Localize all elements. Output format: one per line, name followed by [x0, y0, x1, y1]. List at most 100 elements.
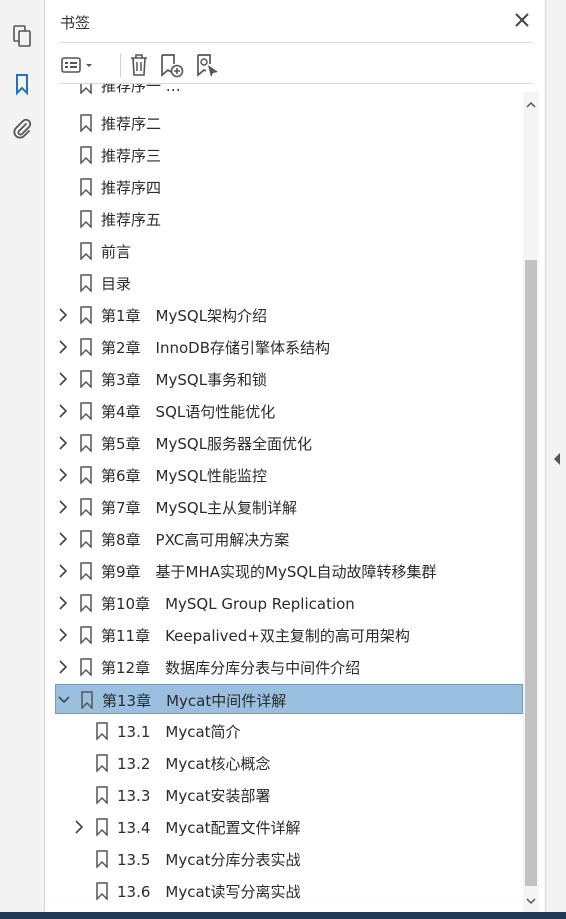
bookmark-item-icon [81, 691, 93, 709]
bookmark-item-icon [96, 786, 108, 804]
bookmark-item-icon [80, 466, 92, 484]
attachment-icon[interactable] [10, 117, 34, 141]
tree-row-partial[interactable]: 推荐序一 … [55, 84, 523, 100]
bookmark-item-icon [80, 594, 92, 612]
tree-row-label: 第2章 InnoDB存储引擎体系结构 [101, 339, 331, 357]
chevron-right-icon[interactable] [57, 436, 69, 450]
tree-row-label: 第10章 MySQL Group Replication [101, 595, 355, 613]
tree-item[interactable]: 第6章 MySQL性能监控 [55, 460, 523, 490]
pages-icon[interactable] [10, 24, 34, 48]
chevron-down-icon[interactable] [58, 693, 70, 707]
taskbar-edge [0, 912, 566, 919]
bookmark-item-icon [80, 562, 92, 580]
tree-row-label: 13.6 Mycat读写分离实战 [117, 883, 301, 901]
tree-item[interactable]: 第8章 PXC高可用解决方案 [55, 524, 523, 554]
chevron-right-icon[interactable] [57, 596, 69, 610]
chevron-right-icon[interactable] [73, 820, 85, 834]
bookmark-item-icon [80, 402, 92, 420]
bookmark-item-icon [80, 242, 92, 260]
chevron-right-icon[interactable] [57, 564, 69, 578]
tree-item[interactable]: 第2章 InnoDB存储引擎体系结构 [55, 332, 523, 362]
bookmark-item-icon [96, 722, 108, 740]
tree-row-label: 前言 [101, 243, 132, 261]
bookmark-item-icon [96, 818, 108, 836]
tree-item[interactable]: 第1章 MySQL架构介绍 [55, 300, 523, 330]
tree-subitem[interactable]: 13.2 Mycat核心概念 [55, 748, 523, 778]
delete-icon[interactable] [126, 52, 152, 78]
bookmark-item-icon [80, 498, 92, 516]
chevron-right-icon[interactable] [57, 628, 69, 642]
tree-subitem[interactable]: 13.1 Mycat简介 [55, 716, 523, 746]
bookmark-item-icon [80, 114, 92, 132]
tree-subitem[interactable]: 13.3 Mycat安装部署 [55, 780, 523, 810]
tree-row-label: 第8章 PXC高可用解决方案 [101, 531, 290, 549]
chevron-right-icon[interactable] [57, 468, 69, 482]
new-bookmark-icon[interactable] [158, 52, 186, 78]
tree-item[interactable]: 第9章 基于MHA实现的MySQL自动故障转移集群 [55, 556, 523, 586]
tree-item[interactable]: 目录 [55, 268, 523, 298]
bookmark-item-icon [80, 306, 92, 324]
chevron-right-icon[interactable] [57, 500, 69, 514]
tree-row-label: 推荐序五 [101, 211, 162, 229]
chevron-right-icon[interactable] [57, 340, 69, 354]
options-icon[interactable] [60, 52, 98, 78]
tree-subitem[interactable]: 13.6 Mycat读写分离实战 [55, 876, 523, 906]
right-collapse-strip [545, 0, 566, 919]
toolbar-separator [120, 53, 121, 77]
tree-row-label: 第12章 数据库分库分表与中间件介绍 [101, 659, 361, 677]
bookmark-item-icon [80, 658, 92, 676]
tree-row-label: 第3章 MySQL事务和锁 [101, 371, 268, 389]
tree-item[interactable]: 推荐序三 [55, 140, 523, 170]
tree-subitem[interactable]: 13.5 Mycat分库分表实战 [55, 844, 523, 874]
tree-item[interactable]: 第7章 MySQL主从复制详解 [55, 492, 523, 522]
chevron-right-icon[interactable] [57, 308, 69, 322]
tree-item[interactable]: 前言 [55, 236, 523, 266]
tree-row-label: 13.1 Mycat简介 [117, 723, 241, 741]
tree-row-label: 第13章 Mycat中间件详解 [102, 692, 287, 710]
collapse-panel-icon[interactable] [552, 452, 562, 466]
bookmark-icon[interactable] [10, 72, 34, 96]
bookmark-item-icon [80, 178, 92, 196]
tree-row-label: 第7章 MySQL主从复制详解 [101, 499, 298, 517]
bookmark-item-icon [80, 530, 92, 548]
tree-row-label: 13.2 Mycat核心概念 [117, 755, 271, 773]
chevron-right-icon[interactable] [57, 372, 69, 386]
tree-item[interactable]: 推荐序四 [55, 172, 523, 202]
bookmark-tree: 推荐序一 … 推荐序二推荐序三 推荐序四推荐序五前言目录第1章 MySQL架构介绍… [45, 84, 523, 912]
bookmark-from-selection-icon[interactable] [194, 52, 222, 78]
scroll-up-icon[interactable] [526, 100, 536, 110]
chevron-right-icon[interactable] [57, 532, 69, 546]
bookmark-item-icon [80, 434, 92, 452]
tree-item[interactable]: 推荐序五 [55, 204, 523, 234]
vertical-scrollbar[interactable] [523, 92, 539, 912]
bookmarks-toolbar [60, 47, 532, 84]
tree-item[interactable]: 第13章 Mycat中间件详解 [55, 684, 523, 714]
tree-row-label: 第9章 基于MHA实现的MySQL自动故障转移集群 [101, 563, 437, 581]
chevron-right-icon[interactable] [57, 660, 69, 674]
tree-row-label: 13.4 Mycat配置文件详解 [117, 819, 301, 837]
scroll-down-icon[interactable] [526, 896, 536, 906]
panel-header: 书签 [60, 12, 532, 43]
tree-item[interactable]: 第12章 数据库分库分表与中间件介绍 [55, 652, 523, 682]
tree-item[interactable]: 第5章 MySQL服务器全面优化 [55, 428, 523, 458]
tree-item[interactable]: 第4章 SQL语句性能优化 [55, 396, 523, 426]
tree-item[interactable]: 推荐序二 [55, 108, 523, 138]
tree-subitem[interactable]: 13.4 Mycat配置文件详解 [55, 812, 523, 842]
tree-row-label: 推荐序二 [101, 115, 162, 133]
left-nav-rail [0, 0, 45, 919]
tree-row-label: 目录 [101, 275, 132, 293]
bookmark-item-icon [80, 370, 92, 388]
bookmark-item-icon [96, 882, 108, 900]
bookmark-item-icon [80, 274, 92, 292]
close-icon[interactable] [512, 10, 532, 30]
tree-item[interactable]: 第11章 Keepalived+双主复制的高可用架构 [55, 620, 523, 650]
tree-row-label: 13.5 Mycat分库分表实战 [117, 851, 301, 869]
bookmark-item-icon [80, 84, 92, 94]
tree-item[interactable]: 第3章 MySQL事务和锁 [55, 364, 523, 394]
chevron-right-icon[interactable] [57, 404, 69, 418]
scroll-thumb[interactable] [525, 260, 537, 886]
panel-title: 书签 [60, 14, 91, 32]
tree-row-label: 第11章 Keepalived+双主复制的高可用架构 [101, 627, 410, 645]
tree-row-label: 推荐序一 … [101, 84, 181, 95]
tree-item[interactable]: 第10章 MySQL Group Replication [55, 588, 523, 618]
